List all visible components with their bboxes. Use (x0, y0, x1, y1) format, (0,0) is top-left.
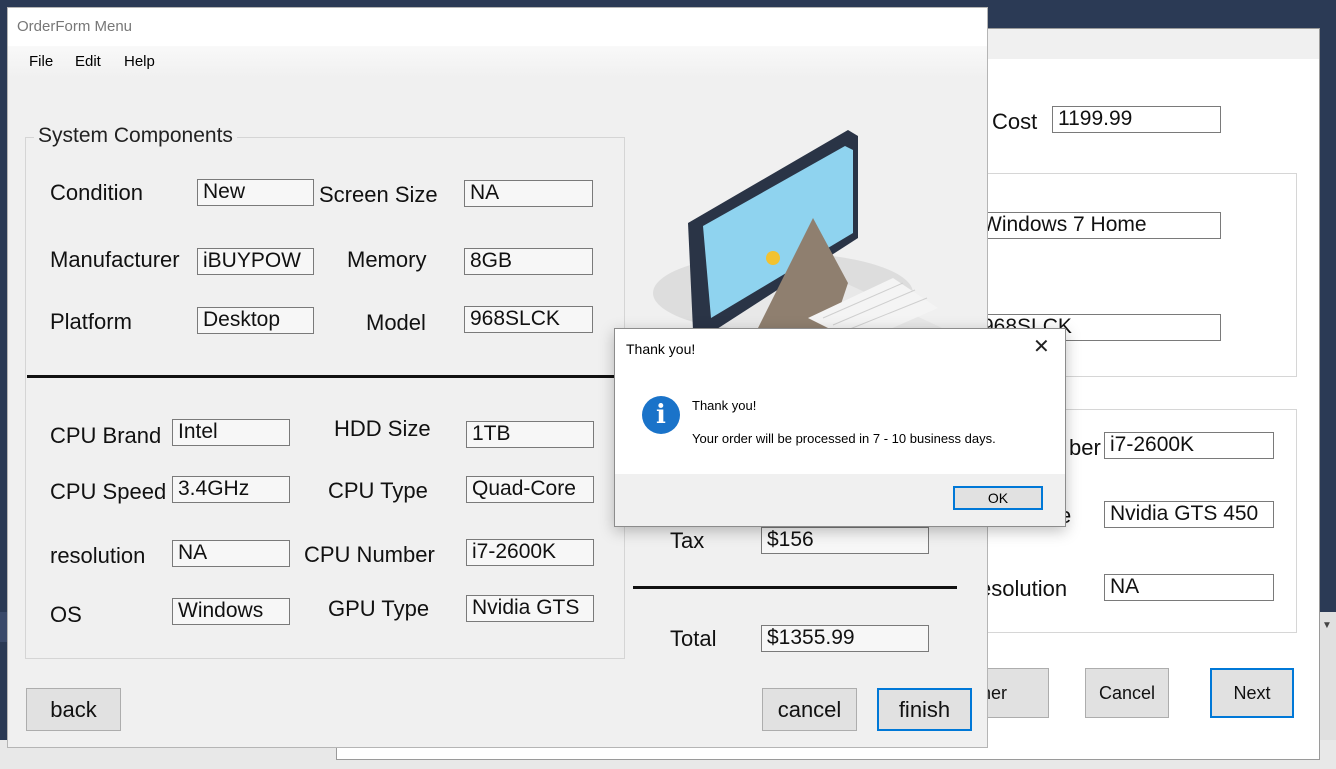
dialog-message-title: Thank you! (692, 398, 757, 413)
platform-label: Platform (50, 309, 132, 334)
dialog-footer: OK (615, 474, 1065, 526)
dropdown-arrow-icon[interactable]: ▼ (1322, 620, 1332, 631)
window-title: OrderForm Menu (17, 18, 133, 35)
gpu-type-field-main[interactable]: Nvidia GTS (466, 595, 594, 622)
back-button[interactable]: back (26, 688, 121, 731)
menu-help[interactable]: Help (124, 53, 155, 70)
dialog-title: Thank you! (626, 341, 696, 357)
close-icon[interactable]: ✕ (1033, 337, 1050, 357)
tax-field[interactable]: $156 (761, 527, 929, 554)
total-label: Total (670, 626, 717, 651)
desktop-right-panel: ▼ (1318, 612, 1336, 740)
os-label: OS (50, 602, 82, 627)
os-field-main[interactable]: Windows (172, 598, 290, 625)
screen-size-label: Screen Size (319, 182, 438, 207)
cpu-brand-field[interactable]: Intel (172, 419, 290, 446)
resolution-field[interactable]: NA (1104, 574, 1274, 601)
other-button[interactable]: her (977, 668, 1049, 718)
hdd-size-label: HDD Size (334, 416, 431, 441)
cpu-number-label-main: CPU Number (304, 542, 435, 567)
cost-label: Cost (992, 109, 1038, 134)
next-button[interactable]: Next (1210, 668, 1294, 718)
tax-label: Tax (670, 528, 705, 553)
screen-size-field[interactable]: NA (464, 180, 593, 207)
total-field[interactable]: $1355.99 (761, 625, 929, 652)
menu-bar: File Edit Help (8, 46, 987, 78)
hdd-size-field[interactable]: 1TB (466, 421, 594, 448)
finish-button[interactable]: finish (877, 688, 972, 731)
ok-button[interactable]: OK (953, 486, 1043, 510)
manufacturer-label: Manufacturer (50, 247, 180, 272)
group-title: System Components (34, 124, 237, 148)
cpu-number-field[interactable]: i7-2600K (1104, 432, 1274, 459)
cancel-button[interactable]: cancel (762, 688, 857, 731)
model-label: Model (366, 310, 426, 335)
gpu-type-label-main: GPU Type (328, 596, 430, 621)
cpu-number-label: ber (1069, 435, 1101, 460)
cpu-speed-label: CPU Speed (50, 479, 167, 504)
cpu-type-label: CPU Type (328, 478, 428, 503)
cpu-brand-label: CPU Brand (50, 423, 162, 448)
section-divider (27, 375, 623, 378)
window-titlebar: OrderForm Menu (8, 8, 987, 46)
laptop-illustration (653, 130, 953, 348)
totals-divider (633, 586, 957, 589)
menu-file[interactable]: File (29, 53, 53, 70)
condition-label: Condition (50, 180, 143, 205)
menu-edit[interactable]: Edit (75, 53, 101, 70)
cpu-type-field[interactable]: Quad-Core (466, 476, 594, 503)
memory-field[interactable]: 8GB (464, 248, 593, 275)
resolution-field-main[interactable]: NA (172, 540, 290, 567)
dialog-message-body: Your order will be processed in 7 - 10 b… (692, 431, 996, 446)
manufacturer-field[interactable]: iBUYPOW (197, 248, 314, 275)
os-field[interactable]: Windows 7 Home (977, 212, 1221, 239)
info-icon: i (642, 396, 680, 434)
cpu-speed-field[interactable]: 3.4GHz (172, 476, 290, 503)
memory-label: Memory (347, 247, 427, 272)
back-cancel-button[interactable]: Cancel (1085, 668, 1169, 718)
resolution-label: esolution (979, 576, 1068, 601)
resolution-label-main: resolution (50, 543, 146, 568)
cost-field[interactable]: 1199.99 (1052, 106, 1221, 133)
condition-field[interactable]: New (197, 179, 314, 206)
thank-you-dialog: Thank you! ✕ i Thank you! Your order wil… (614, 328, 1066, 527)
system-components-group (25, 137, 625, 659)
gpu-type-field[interactable]: Nvidia GTS 450 (1104, 501, 1274, 528)
model-field[interactable]: 968SLCK (464, 306, 593, 333)
platform-field[interactable]: Desktop (197, 307, 314, 334)
cpu-number-field-main[interactable]: i7-2600K (466, 539, 594, 566)
